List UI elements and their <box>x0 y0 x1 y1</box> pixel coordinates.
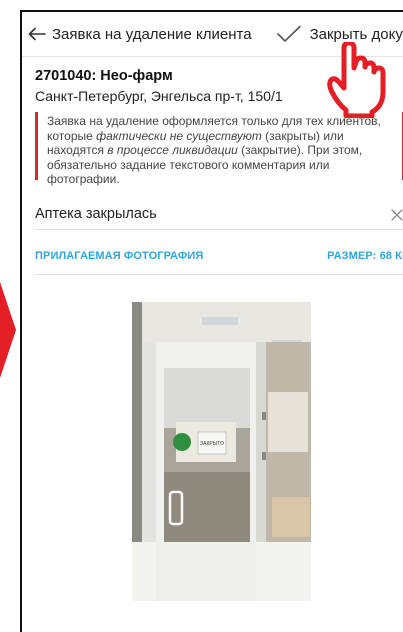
photo-divider <box>35 274 403 275</box>
notice-italic-1: фактически не существуют <box>96 128 262 143</box>
pointing-hand-icon <box>322 40 396 119</box>
notice-italic-2: в процессе ликвидации <box>107 143 238 157</box>
back-arrow-icon <box>28 27 46 41</box>
red-pointer-arrow <box>0 282 16 378</box>
clear-icon[interactable] <box>391 208 403 221</box>
closed-sign-text: ЗАКРЫТО <box>200 441 224 447</box>
photo-size-label: РАЗМЕР: 68 КБ <box>327 250 403 262</box>
comment-input[interactable]: Аптека закрылась <box>35 206 391 222</box>
checkmark-icon <box>276 25 302 43</box>
back-button[interactable]: Заявка на удаление клиента <box>22 12 266 56</box>
photo-section-header: ПРИЛАГАЕМАЯ ФОТОГРАФИЯ РАЗМЕР: 68 КБ <box>35 246 403 266</box>
attached-photo[interactable]: ЗАКРЫТО <box>132 302 311 601</box>
screen-title: Заявка на удаление клиента <box>52 25 252 43</box>
photo-section-title: ПРИЛАГАЕМАЯ ФОТОГРАФИЯ <box>35 250 204 262</box>
notice-box: Заявка на удаление оформляется только дл… <box>35 112 403 186</box>
close-document-label: Закрыть докумен <box>309 25 403 43</box>
comment-field[interactable]: Аптека закрылась <box>35 198 403 230</box>
